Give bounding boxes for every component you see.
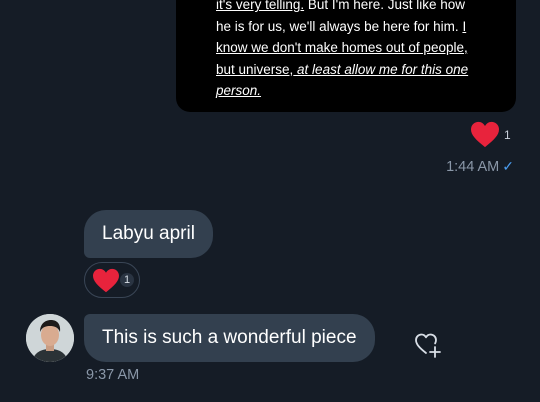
reaction-pill[interactable]: 1 <box>84 262 140 298</box>
timestamp: 9:37 AM <box>86 367 140 383</box>
heart-plus-icon[interactable] <box>413 330 443 360</box>
quote-text: it's very telling. But I'm here. Just li… <box>216 0 506 102</box>
quote-line-5: person. <box>216 83 262 98</box>
avatar[interactable] <box>26 314 74 362</box>
quote-line-2a: he is for us, we'll always be here for h… <box>216 18 463 34</box>
quote-line-4a: but universe, <box>216 61 294 77</box>
quote-line-2b: I <box>462 18 467 34</box>
quote-line-1b: But I'm here. Just like how <box>304 0 466 12</box>
dm-conversation: it's very telling. But I'm here. Just li… <box>0 0 540 402</box>
timestamp: 1:44 AM <box>446 159 500 175</box>
message-meta-outgoing: 1:44 AM ✓ <box>446 158 514 175</box>
heart-icon <box>93 268 119 293</box>
message-bubble[interactable]: This is such a wonderful piece <box>84 314 375 362</box>
reaction-count: 1 <box>504 128 511 142</box>
quote-line-4b: at least allow me for this one <box>293 61 469 77</box>
check-icon: ✓ <box>502 158 514 174</box>
avatar-image <box>26 314 74 362</box>
shared-quote-image[interactable]: it's very telling. But I'm here. Just li… <box>176 0 516 112</box>
reaction-count: 1 <box>120 273 134 287</box>
message-bubble[interactable]: Labyu april <box>84 210 213 258</box>
quote-line-1a: it's very telling. <box>216 0 305 12</box>
heart-icon[interactable] <box>470 121 500 149</box>
quote-line-3: know we don't make homes out of people, <box>216 40 468 55</box>
